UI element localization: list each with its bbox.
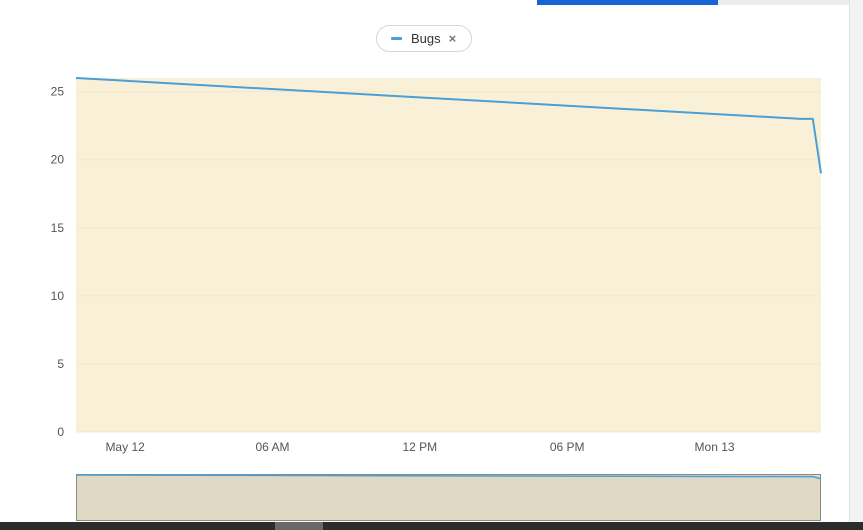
x-tick-label: Mon 13	[695, 440, 735, 454]
x-tick-label: May 12	[105, 440, 145, 454]
chart: 0 5 10 15 20 25 May 12 06 AM 12 PM 06 PM Mon 13	[51, 77, 822, 521]
x-tick-label: 12 PM	[403, 440, 438, 454]
scrollbar[interactable]	[849, 0, 863, 522]
scrollbar-thumb[interactable]	[275, 522, 323, 530]
x-tick-label: 06 AM	[255, 440, 289, 454]
y-tick-label: 25	[51, 85, 65, 99]
y-tick-label: 15	[51, 221, 65, 235]
x-tick-label: 06 PM	[550, 440, 585, 454]
horizontal-scrollbar[interactable]	[0, 522, 863, 530]
y-tick-label: 10	[51, 289, 65, 303]
y-tick-label: 5	[57, 357, 64, 371]
y-tick-label: 0	[57, 425, 64, 439]
y-tick-label: 20	[51, 153, 65, 167]
navigator	[76, 474, 821, 521]
plot-area	[76, 78, 821, 432]
